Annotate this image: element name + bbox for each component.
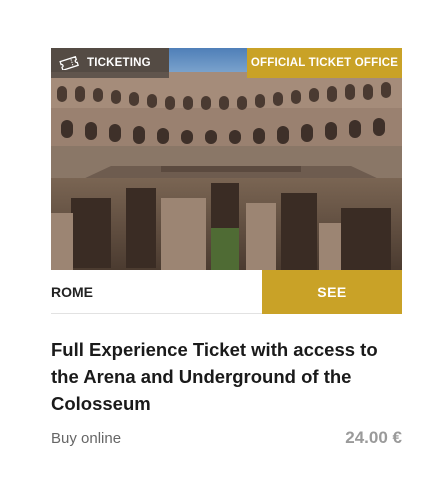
- buy-online-label: Buy online: [51, 429, 122, 447]
- card-footer: Buy online 24.00 €: [51, 428, 402, 448]
- product-card[interactable]: TICKETING OFFICIAL TICKET OFFICE ROME SE…: [51, 48, 402, 448]
- card-image[interactable]: TICKETING OFFICIAL TICKET OFFICE: [51, 48, 402, 270]
- ticket-icon: [59, 56, 79, 70]
- colosseum-photo: [51, 48, 402, 270]
- category-badge: TICKETING: [51, 48, 169, 78]
- price: 24.00 €: [345, 428, 402, 447]
- card-action-bar: ROME SEE: [51, 270, 402, 314]
- city-label: ROME: [51, 270, 262, 314]
- category-label: TICKETING: [87, 57, 151, 69]
- official-badge: OFFICIAL TICKET OFFICE: [247, 48, 402, 78]
- see-button[interactable]: SEE: [262, 270, 402, 314]
- product-title[interactable]: Full Experience Ticket with access to th…: [51, 336, 402, 417]
